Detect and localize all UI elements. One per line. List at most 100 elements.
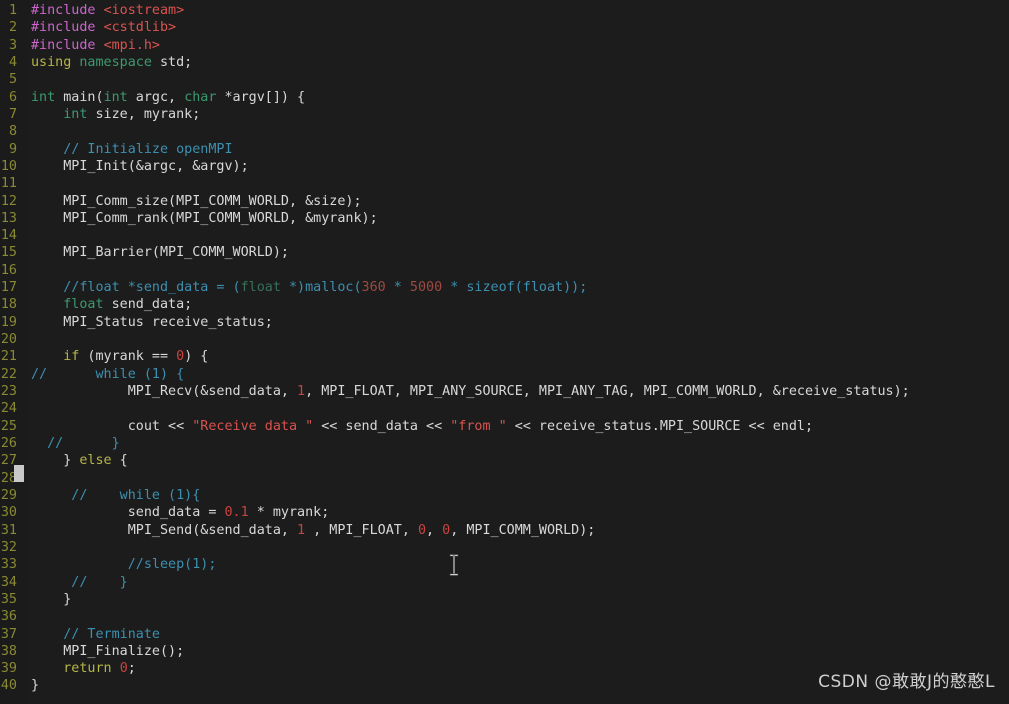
code-token: * xyxy=(385,280,410,296)
line-number: 7 xyxy=(8,106,17,122)
code-token: MPI_Status receive_status; xyxy=(31,314,273,330)
code-line[interactable]: 31 MPI_Send(&send_data, 1 , MPI_FLOAT, 0… xyxy=(0,522,1009,539)
line-number: 23 xyxy=(0,384,17,400)
code-line[interactable]: 35 } xyxy=(0,591,1009,608)
code-line[interactable]: 11 xyxy=(0,175,1009,192)
code-token: MPI_Recv(&send_data, xyxy=(31,384,298,400)
code-line[interactable]: 15 MPI_Barrier(MPI_COMM_WORLD); xyxy=(0,244,1009,261)
code-line[interactable]: 24 xyxy=(0,400,1009,417)
line-number: 16 xyxy=(0,262,17,278)
code-editor[interactable]: 1 #include <iostream> 2 #include <cstdlib> 3… xyxy=(0,0,1009,704)
code-token: * sizeof(float)); xyxy=(442,280,588,296)
line-text: // Initialize openMPI xyxy=(31,141,233,158)
code-token: // Initialize openMPI xyxy=(31,141,233,157)
code-token: { xyxy=(111,453,128,469)
code-token: *)malloc( xyxy=(280,280,362,296)
code-token: <cstdlib> xyxy=(103,20,177,36)
line-number: 33 xyxy=(0,557,17,573)
code-token: * myrank; xyxy=(248,505,330,521)
code-token: send_data; xyxy=(103,297,193,313)
line-text: // } xyxy=(31,574,128,591)
code-token: ; xyxy=(127,661,136,677)
code-line[interactable]: 3 #include <mpi.h> xyxy=(0,37,1009,54)
line-number: 20 xyxy=(0,332,17,348)
line-text: #include <mpi.h> xyxy=(31,37,160,54)
code-line[interactable]: 8 xyxy=(0,123,1009,140)
code-token: , xyxy=(426,522,443,538)
code-line[interactable]: 22 // while (1) { xyxy=(0,366,1009,383)
code-line[interactable]: 37 // Terminate xyxy=(0,626,1009,643)
code-token: *argv[]) { xyxy=(216,89,306,105)
code-line[interactable]: 34 // } xyxy=(0,574,1009,591)
code-line[interactable]: 10 MPI_Init(&argc, &argv); xyxy=(0,158,1009,175)
code-line[interactable]: 12 MPI_Comm_size(MPI_COMM_WORLD, &size); xyxy=(0,193,1009,210)
code-line[interactable]: 4 using namespace std; xyxy=(0,54,1009,71)
code-token: 0 xyxy=(119,661,128,677)
code-line[interactable]: 14 xyxy=(0,227,1009,244)
code-line[interactable]: 33 //sleep(1); xyxy=(0,556,1009,573)
code-token: // Terminate xyxy=(31,626,160,642)
csdn-watermark: CSDN @敢敢J的憨憨L xyxy=(818,672,995,692)
text-caret xyxy=(14,465,24,482)
code-line[interactable]: 20 xyxy=(0,331,1009,348)
code-line[interactable]: 13 MPI_Comm_rank(MPI_COMM_WORLD, &myrank… xyxy=(0,210,1009,227)
code-token: 0 xyxy=(417,522,427,538)
code-line[interactable]: 2 #include <cstdlib> xyxy=(0,19,1009,36)
code-token: << send_data << xyxy=(313,418,451,434)
code-token: // } xyxy=(31,574,128,590)
code-line[interactable]: 19 MPI_Status receive_status; xyxy=(0,314,1009,331)
code-token: float xyxy=(63,297,104,313)
code-line[interactable]: 9 // Initialize openMPI xyxy=(0,141,1009,158)
code-line[interactable]: 5 xyxy=(0,71,1009,88)
line-number: 14 xyxy=(0,228,17,244)
code-line[interactable]: 32 xyxy=(0,539,1009,556)
code-line[interactable]: 38 MPI_Finalize(); xyxy=(0,643,1009,660)
code-line[interactable]: 1 #include <iostream> xyxy=(0,2,1009,19)
code-line[interactable]: 29 // while (1){ xyxy=(0,487,1009,504)
line-text: int main(int argc, char *argv[]) { xyxy=(31,89,305,106)
code-line[interactable]: 18 float send_data; xyxy=(0,296,1009,313)
line-number: 36 xyxy=(0,609,17,625)
line-number: 40 xyxy=(0,678,17,694)
code-token: MPI_Barrier(MPI_COMM_WORLD); xyxy=(31,245,289,261)
code-token: 1 xyxy=(297,384,306,400)
code-line[interactable]: 17 //float *send_data = (float *)malloc(… xyxy=(0,279,1009,296)
code-token: , MPI_COMM_WORLD); xyxy=(450,522,596,538)
code-line[interactable]: 25 cout << "Receive data " << send_data … xyxy=(0,418,1009,435)
code-line[interactable]: 7 int size, myrank; xyxy=(0,106,1009,123)
code-line[interactable]: 27 } else { xyxy=(0,452,1009,469)
line-text: using namespace std; xyxy=(31,54,192,71)
code-token: MPI_Comm_size(MPI_COMM_WORLD, &size); xyxy=(31,193,362,209)
code-token: int xyxy=(103,89,128,105)
line-number: 25 xyxy=(0,418,17,434)
code-token: MPI_Send(&send_data, xyxy=(31,522,298,538)
code-line[interactable]: 21 if (myrank == 0) { xyxy=(0,348,1009,365)
line-number: 30 xyxy=(0,505,17,521)
line-text: MPI_Status receive_status; xyxy=(31,314,273,331)
code-line[interactable]: 23 MPI_Recv(&send_data, 1, MPI_FLOAT, MP… xyxy=(0,383,1009,400)
line-text: MPI_Recv(&send_data, 1, MPI_FLOAT, MPI_A… xyxy=(31,383,910,400)
code-line[interactable]: 36 xyxy=(0,608,1009,625)
code-line[interactable]: 28 xyxy=(0,470,1009,487)
code-line[interactable]: 6 int main(int argc, char *argv[]) { xyxy=(0,89,1009,106)
code-token: int xyxy=(31,89,56,105)
code-token: // while (1) { xyxy=(31,366,185,382)
line-number: 8 xyxy=(8,124,17,140)
code-content-area[interactable]: 1 #include <iostream> 2 #include <cstdlib> 3… xyxy=(0,0,1009,704)
line-number: 15 xyxy=(0,245,17,261)
code-token: char xyxy=(184,89,217,105)
code-token: argc, xyxy=(127,89,185,105)
code-token: } xyxy=(31,678,40,694)
code-line[interactable]: 26 // } xyxy=(0,435,1009,452)
code-line[interactable]: 16 xyxy=(0,262,1009,279)
code-token: , MPI_FLOAT, xyxy=(305,522,418,538)
line-number: 11 xyxy=(0,176,17,192)
code-line[interactable]: 30 send_data = 0.1 * myrank; xyxy=(0,504,1009,521)
line-number: 2 xyxy=(8,20,17,36)
line-text: // while (1){ xyxy=(31,487,200,504)
line-number: 17 xyxy=(0,280,17,296)
line-text: MPI_Finalize(); xyxy=(31,643,184,660)
line-text: return 0; xyxy=(31,660,136,677)
